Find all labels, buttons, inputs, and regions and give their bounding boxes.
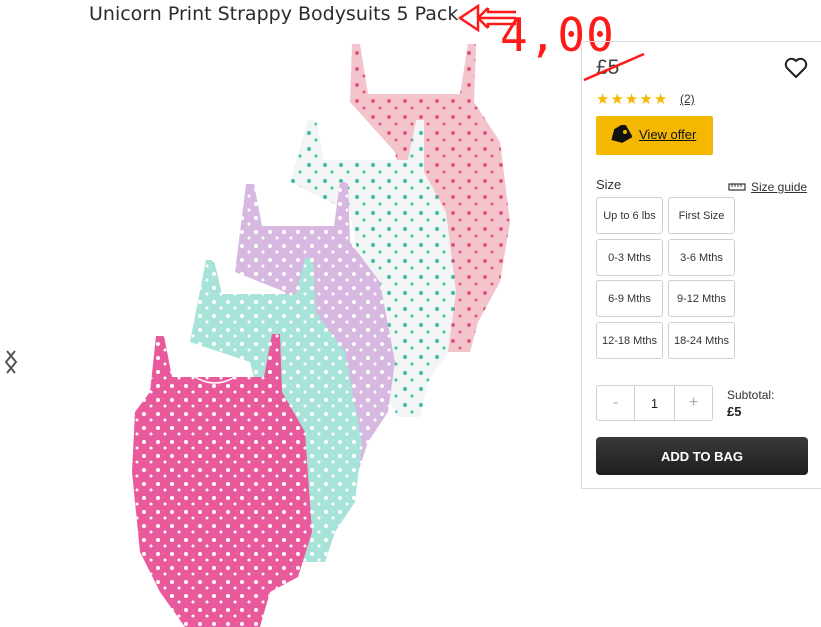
star-icon: ★	[639, 91, 653, 108]
quantity-increase-button[interactable]: +	[675, 386, 712, 420]
subtotal-value: £5	[727, 404, 742, 419]
quantity-decrease-button[interactable]: -	[597, 386, 634, 420]
tag-icon	[611, 125, 632, 143]
heart-icon[interactable]	[784, 57, 808, 79]
size-guide-label: Size guide	[751, 180, 808, 194]
star-icon: ★	[610, 91, 624, 108]
size-option[interactable]: 9-12 Mths	[668, 280, 735, 317]
add-to-bag-button[interactable]: ADD TO BAG	[596, 437, 808, 475]
size-option[interactable]: Up to 6 lbs	[596, 197, 663, 234]
size-option[interactable]: 6-9 Mths	[596, 280, 663, 317]
size-option[interactable]: First Size	[668, 197, 735, 234]
ruler-icon	[728, 183, 746, 191]
review-count-link[interactable]: (2)	[680, 92, 695, 106]
subtotal-label: Subtotal:	[727, 388, 775, 402]
size-label: Size	[596, 177, 622, 192]
quantity-stepper: - 1 +	[596, 385, 713, 421]
size-option[interactable]: 0-3 Mths	[596, 239, 663, 276]
view-offer-button[interactable]: View offer	[596, 116, 713, 155]
bodysuits-image	[132, 44, 510, 627]
star-icon: ★	[596, 91, 610, 108]
size-guide-link[interactable]: Size guide	[728, 180, 807, 194]
size-option[interactable]: 12-18 Mths	[596, 322, 663, 359]
product-image-gallery	[0, 32, 582, 627]
star-icon: ★	[624, 91, 639, 108]
chevron-right-icon[interactable]	[0, 347, 22, 377]
view-offer-label: View offer	[639, 127, 697, 142]
price-strikethrough-mark	[583, 52, 645, 82]
product-title: Unicorn Print Strappy Bodysuits 5 Pack	[89, 3, 459, 25]
size-option[interactable]: 3-6 Mths	[668, 239, 735, 276]
size-option[interactable]: 18-24 Mths	[668, 322, 735, 359]
rating-stars: ★ ★ ★ ★ ★	[596, 92, 667, 107]
quantity-value[interactable]: 1	[634, 386, 675, 420]
star-icon: ★	[653, 91, 668, 108]
